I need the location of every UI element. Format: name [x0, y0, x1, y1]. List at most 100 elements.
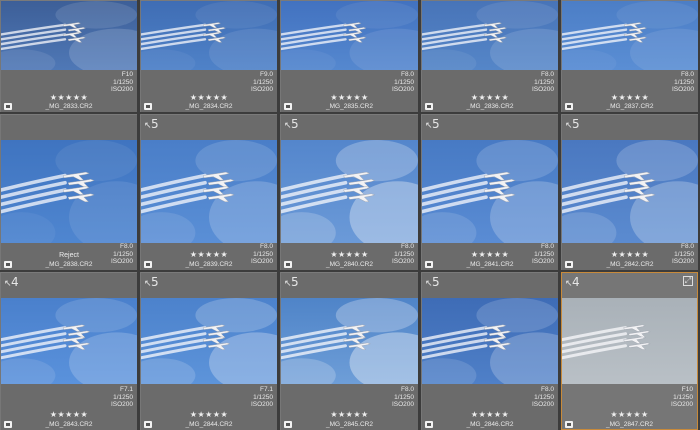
- photo-thumbnail[interactable]: [281, 140, 418, 243]
- exif-aperture: F10: [121, 71, 133, 78]
- document-icon[interactable]: [565, 421, 573, 428]
- document-icon[interactable]: [284, 421, 292, 428]
- thumbnail-cell[interactable]: ↖5 F8.0 1/1250 ISO200 ★★★★★ _MG_2840.CR2: [280, 114, 418, 270]
- document-icon[interactable]: [4, 261, 12, 268]
- thumbnail-cell[interactable]: ↖4 ⤢ F10 1/1250 ISO200 ★★★★★ _MG_2847.CR2: [561, 272, 698, 430]
- document-icon[interactable]: [284, 103, 292, 110]
- arrow-stack-icon: ↖: [284, 121, 292, 131]
- thumbnail-cell[interactable]: ↖5 F8.0 1/1250 ISO200 ★★★★★ _MG_2846.CR2: [421, 272, 558, 430]
- photo-thumbnail[interactable]: [422, 1, 558, 70]
- exif-shutter: 1/1250: [394, 78, 414, 86]
- photo-thumbnail[interactable]: [422, 140, 558, 243]
- star-rating[interactable]: ★★★★★: [281, 93, 418, 102]
- document-icon[interactable]: [565, 103, 573, 110]
- stack-badge[interactable]: ↖4: [565, 275, 580, 289]
- exif-info: F8.0 1/1250 ISO200: [532, 71, 554, 94]
- star-rating[interactable]: ★★★★★: [422, 250, 558, 259]
- exif-info: F9.0 1/1250 ISO200: [251, 71, 273, 94]
- arrow-stack-icon: ↖: [144, 121, 152, 131]
- photo-thumbnail[interactable]: [281, 1, 418, 70]
- document-icon[interactable]: [425, 421, 433, 428]
- photo-thumbnail[interactable]: [141, 298, 277, 384]
- star-rating[interactable]: ★★★★★: [1, 93, 137, 102]
- star-rating[interactable]: ★★★★★: [562, 93, 698, 102]
- file-name: _MG_2845.CR2: [326, 421, 373, 428]
- photo-thumbnail[interactable]: [562, 140, 698, 243]
- arrow-stack-icon: ↖: [425, 279, 433, 289]
- photo-thumbnail[interactable]: [1, 298, 137, 384]
- arrow-stack-icon: ↖: [565, 279, 573, 289]
- thumbnail-cell[interactable]: ↖5 F8.0 1/1250 ISO200 ★★★★★ _MG_2839.CR2: [140, 114, 277, 270]
- exif-aperture: F9.0: [259, 71, 273, 78]
- star-rating[interactable]: ★★★★★: [141, 93, 277, 102]
- file-name: _MG_2835.CR2: [326, 103, 373, 110]
- document-icon[interactable]: [425, 261, 433, 268]
- exif-shutter: 1/1250: [674, 78, 694, 86]
- document-icon[interactable]: [425, 103, 433, 110]
- document-icon[interactable]: [565, 261, 573, 268]
- document-icon[interactable]: [284, 261, 292, 268]
- exif-info: F10 1/1250 ISO200: [111, 71, 133, 94]
- arrow-stack-icon: ↖: [565, 121, 573, 131]
- stack-badge[interactable]: ↖5: [284, 117, 299, 131]
- exif-aperture: F8.0: [119, 243, 133, 250]
- star-rating[interactable]: ★★★★★: [141, 410, 277, 419]
- thumbnail-cell[interactable]: F9.0 1/1250 ISO200 ★★★★★ _MG_2834.CR2: [140, 0, 277, 112]
- exif-aperture: F8.0: [540, 386, 554, 393]
- thumbnail-cell[interactable]: F8.0 1/1250 ISO200 ★★★★★ _MG_2836.CR2: [421, 0, 558, 112]
- expand-icon[interactable]: ⤢: [683, 276, 693, 286]
- star-rating[interactable]: ★★★★★: [562, 410, 697, 419]
- photo-thumbnail[interactable]: [281, 298, 418, 384]
- stack-badge[interactable]: ↖5: [144, 117, 159, 131]
- star-rating[interactable]: ★★★★★: [422, 410, 558, 419]
- thumbnail-cell[interactable]: ↖4 F7.1 1/1250 ISO200 ★★★★★ _MG_2843.CR2: [0, 272, 137, 430]
- star-rating[interactable]: ★★★★★: [1, 410, 137, 419]
- exif-shutter: 1/1250: [534, 78, 554, 86]
- photo-thumbnail[interactable]: [1, 140, 137, 243]
- thumbnail-cell[interactable]: F8.0 1/1250 ISO200 Reject _MG_2838.CR2: [0, 114, 137, 270]
- photo-thumbnail[interactable]: [141, 140, 277, 243]
- stack-badge[interactable]: ↖4: [4, 275, 19, 289]
- star-rating[interactable]: ★★★★★: [562, 250, 698, 259]
- thumbnail-cell[interactable]: ↖5 F7.1 1/1250 ISO200 ★★★★★ _MG_2844.CR2: [140, 272, 277, 430]
- exif-info: F10 1/1250 ISO200: [671, 386, 693, 409]
- exif-iso: ISO200: [670, 401, 693, 408]
- exif-aperture: F7.1: [119, 386, 133, 393]
- document-icon[interactable]: [4, 421, 12, 428]
- exif-shutter: 1/1250: [673, 393, 693, 401]
- photo-thumbnail[interactable]: [562, 298, 697, 384]
- stack-badge[interactable]: ↖5: [565, 117, 580, 131]
- photo-thumbnail[interactable]: [422, 298, 558, 384]
- photo-thumbnail[interactable]: [562, 1, 698, 70]
- photo-thumbnail[interactable]: [1, 1, 137, 70]
- document-icon[interactable]: [144, 421, 152, 428]
- thumbnail-cell[interactable]: F8.0 1/1250 ISO200 ★★★★★ _MG_2835.CR2: [280, 0, 418, 112]
- star-rating[interactable]: ★★★★★: [422, 93, 558, 102]
- document-icon[interactable]: [144, 103, 152, 110]
- star-rating[interactable]: ★★★★★: [141, 250, 277, 259]
- reject-flag[interactable]: Reject: [59, 252, 79, 259]
- photo-thumbnail[interactable]: [141, 1, 277, 70]
- thumbnail-cell[interactable]: ↖5 F8.0 1/1250 ISO200 ★★★★★ _MG_2841.CR2: [421, 114, 558, 270]
- file-name: _MG_2841.CR2: [466, 261, 514, 268]
- exif-aperture: F8.0: [680, 71, 694, 78]
- stack-badge[interactable]: ↖5: [425, 117, 440, 131]
- document-icon[interactable]: [144, 261, 152, 268]
- document-icon[interactable]: [4, 103, 12, 110]
- stack-badge[interactable]: ↖5: [284, 275, 299, 289]
- thumbnail-cell[interactable]: F8.0 1/1250 ISO200 ★★★★★ _MG_2837.CR2: [561, 0, 698, 112]
- stack-count: 4: [572, 275, 580, 289]
- exif-info: F8.0 1/1250 ISO200: [392, 71, 414, 94]
- file-name: _MG_2837.CR2: [606, 103, 654, 110]
- thumbnail-cell[interactable]: F10 1/1250 ISO200 ★★★★★ _MG_2833.CR2: [0, 0, 137, 112]
- star-rating[interactable]: ★★★★★: [281, 250, 418, 259]
- thumbnail-cell[interactable]: ↖5 F8.0 1/1250 ISO200 ★★★★★ _MG_2842.CR2: [561, 114, 698, 270]
- stack-badge[interactable]: ↖5: [144, 275, 159, 289]
- stack-count: 5: [151, 275, 159, 289]
- exif-info: F7.1 1/1250 ISO200: [251, 386, 273, 409]
- stack-badge[interactable]: ↖5: [425, 275, 440, 289]
- file-name: _MG_2847.CR2: [606, 421, 653, 428]
- star-rating[interactable]: ★★★★★: [281, 410, 418, 419]
- exif-iso: ISO200: [391, 401, 414, 408]
- thumbnail-cell[interactable]: ↖5 F8.0 1/1250 ISO200 ★★★★★ _MG_2845.CR2: [280, 272, 418, 430]
